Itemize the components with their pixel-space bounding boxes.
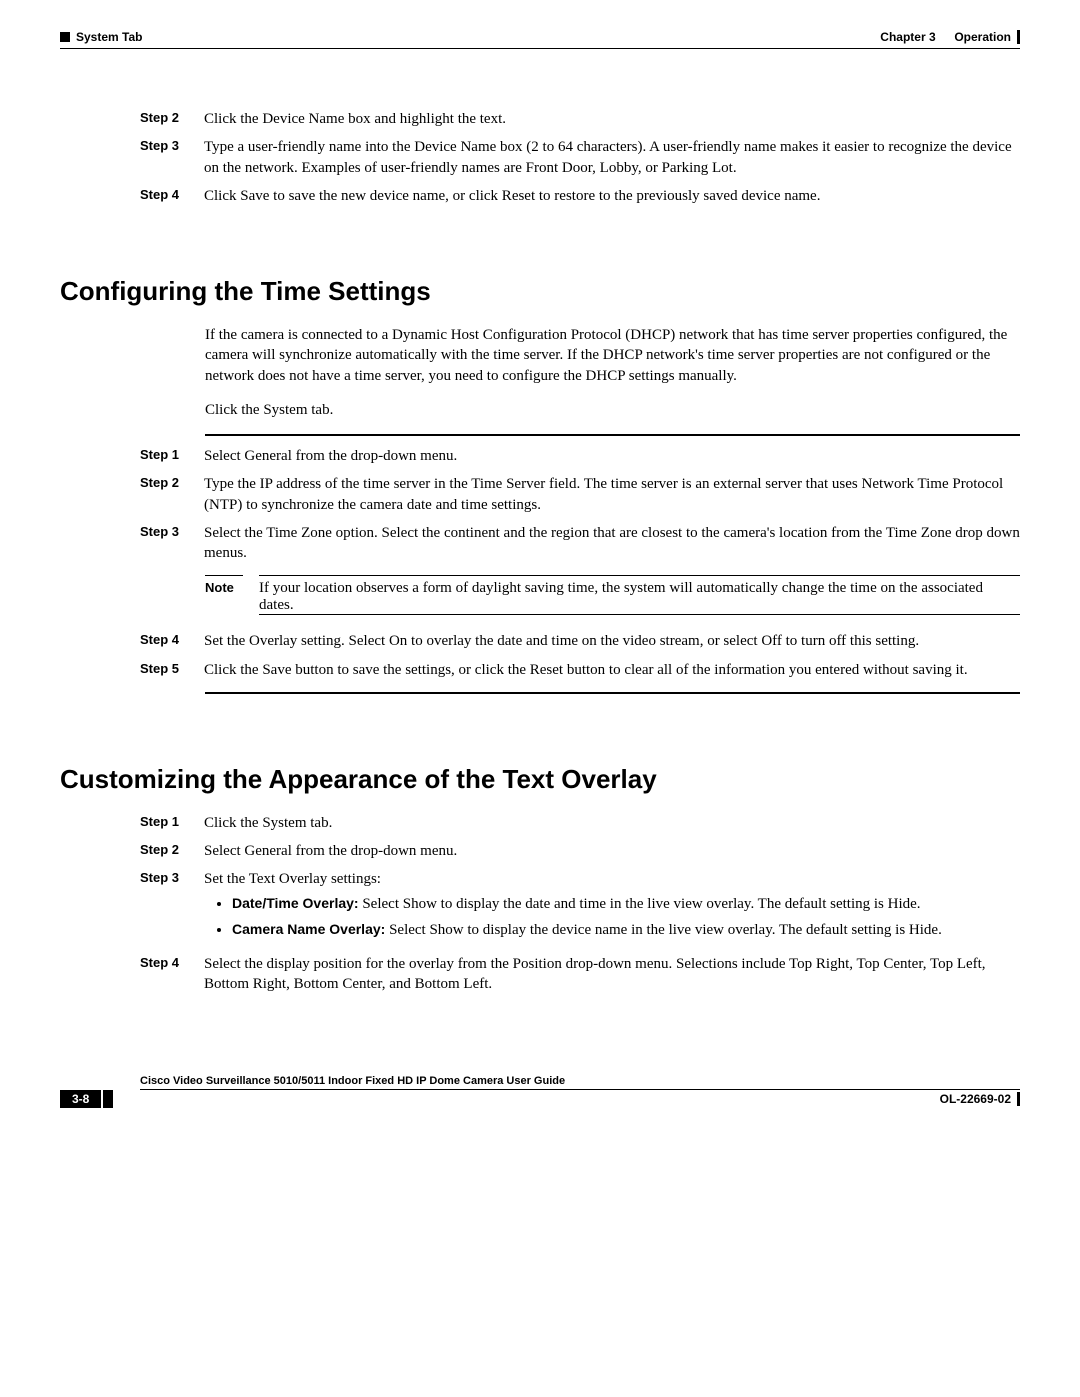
step3-text: Set the Text Overlay settings: (204, 871, 381, 887)
step-text: Select General from the drop-down menu. (204, 841, 1020, 861)
step-text: Select the Time Zone option. Select the … (204, 523, 1020, 564)
header-rule (60, 48, 1020, 49)
section1-intro2: Click the System tab. (205, 400, 1020, 420)
bullet-rest: Select Show to display the date and time… (359, 896, 921, 912)
step-label: Step 2 (140, 474, 204, 492)
footer-decor-bar (1017, 1092, 1020, 1106)
section1-intro1: If the camera is connected to a Dynamic … (205, 325, 1020, 386)
header-title: Operation (954, 30, 1011, 44)
step-row: Step 5 Click the Save button to save the… (140, 660, 1020, 680)
step-label: Step 5 (140, 660, 204, 678)
step-text: Click the Save button to save the settin… (204, 660, 1020, 680)
device-name-steps: Step 2 Click the Device Name box and hig… (140, 109, 1020, 206)
step-text: Set the Text Overlay settings: Date/Time… (204, 869, 1020, 946)
step-label: Step 4 (140, 631, 204, 649)
step-label: Step 2 (140, 841, 204, 859)
header-decor-square (60, 32, 70, 42)
step-label: Step 2 (140, 109, 204, 127)
step-text: Type the IP address of the time server i… (204, 474, 1020, 515)
step-row: Step 2 Type the IP address of the time s… (140, 474, 1020, 515)
step-label: Step 3 (140, 137, 204, 155)
note-label: Note (205, 580, 243, 595)
step-row: Step 3 Set the Text Overlay settings: Da… (140, 869, 1020, 946)
bullet-bold: Date/Time Overlay: (232, 895, 359, 911)
steps-bottom-rule (205, 692, 1020, 694)
step-row: Step 3 Type a user-friendly name into th… (140, 137, 1020, 178)
step-text: Click the System tab. (204, 813, 1020, 833)
footer-guide-title: Cisco Video Surveillance 5010/5011 Indoo… (140, 1075, 1020, 1090)
page-footer: Cisco Video Surveillance 5010/5011 Indoo… (60, 1075, 1020, 1108)
step-text: Select the display position for the over… (204, 954, 1020, 995)
step-label: Step 1 (140, 446, 204, 464)
note-text: If your location observes a form of dayl… (259, 580, 983, 613)
section-heading-time-settings: Configuring the Time Settings (60, 276, 1020, 307)
bullet-bold: Camera Name Overlay: (232, 921, 385, 937)
step-text: Set the Overlay setting. Select On to ov… (204, 631, 1020, 651)
bullet-rest: Select Show to display the device name i… (385, 922, 942, 938)
text-overlay-steps: Step 1 Click the System tab. Step 2 Sele… (140, 813, 1020, 995)
step-label: Step 4 (140, 954, 204, 972)
page-number: 3-8 (60, 1090, 101, 1108)
step-text: Click Save to save the new device name, … (204, 186, 1020, 206)
overlay-bullets: Date/Time Overlay: Select Show to displa… (204, 894, 1020, 941)
list-item: Camera Name Overlay: Select Show to disp… (232, 920, 1020, 940)
step-text: Type a user-friendly name into the Devic… (204, 137, 1020, 178)
step-row: Step 2 Click the Device Name box and hig… (140, 109, 1020, 129)
list-item: Date/Time Overlay: Select Show to displa… (232, 894, 1020, 914)
note-block: Note If your location observes a form of… (205, 575, 1020, 619)
section-heading-text-overlay: Customizing the Appearance of the Text O… (60, 764, 1020, 795)
step-row: Step 2 Select General from the drop-down… (140, 841, 1020, 861)
time-settings-steps-cont: Step 4 Set the Overlay setting. Select O… (140, 631, 1020, 680)
page-header: System Tab Chapter 3 Operation (60, 30, 1020, 44)
doc-id: OL-22669-02 (940, 1092, 1011, 1106)
step-text: Click the Device Name box and highlight … (204, 109, 1020, 129)
step-label: Step 3 (140, 869, 204, 887)
header-left-text: System Tab (76, 30, 142, 44)
step-row: Step 3 Select the Time Zone option. Sele… (140, 523, 1020, 564)
step-row: Step 1 Select General from the drop-down… (140, 446, 1020, 466)
steps-top-rule (205, 434, 1020, 436)
step-row: Step 4 Set the Overlay setting. Select O… (140, 631, 1020, 651)
step-text: Select General from the drop-down menu. (204, 446, 1020, 466)
step-label: Step 1 (140, 813, 204, 831)
time-settings-steps: Step 1 Select General from the drop-down… (140, 446, 1020, 563)
step-row: Step 4 Select the display position for t… (140, 954, 1020, 995)
header-decor-bar (1017, 30, 1020, 44)
step-row: Step 1 Click the System tab. (140, 813, 1020, 833)
step-row: Step 4 Click Save to save the new device… (140, 186, 1020, 206)
footer-decor-square (103, 1090, 113, 1108)
step-label: Step 4 (140, 186, 204, 204)
header-chapter: Chapter 3 (880, 30, 935, 44)
step-label: Step 3 (140, 523, 204, 541)
